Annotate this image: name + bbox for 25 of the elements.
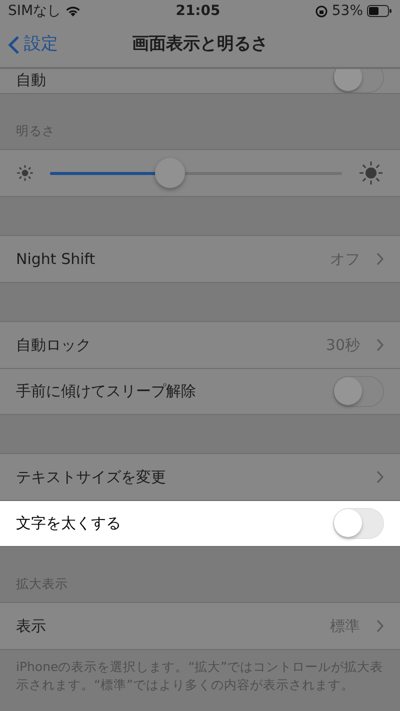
toggle-switch[interactable] xyxy=(333,69,384,93)
chevron-icon xyxy=(376,470,384,484)
back-chevron-icon xyxy=(8,34,20,54)
orientation-lock-icon xyxy=(314,4,328,18)
back-button[interactable]: 設定 xyxy=(0,32,58,58)
setting-label: 手前に傾けてスリープ解除 xyxy=(16,381,197,402)
carrier-name: SIMなし xyxy=(8,2,62,20)
setting-label: Night Shift xyxy=(16,248,96,270)
setting-label: 自動 xyxy=(16,70,47,90)
slider-thumb[interactable] xyxy=(154,158,185,188)
screen-title: 画面表示と明るさ xyxy=(132,32,268,56)
wifi-icon xyxy=(65,5,82,17)
battery-icon xyxy=(367,5,392,17)
chevron-icon xyxy=(376,338,384,352)
setting-label: テキストサイズを変更 xyxy=(16,466,167,488)
dim-brightness-icon xyxy=(16,164,34,182)
setting-label: 自動ロック xyxy=(16,334,92,356)
chevron-icon xyxy=(376,252,384,266)
setting-label: 文字を太くする xyxy=(16,513,122,534)
chevron-icon xyxy=(376,619,384,633)
status-time: 21:05 xyxy=(176,2,220,20)
bright-brightness-icon xyxy=(358,160,384,186)
battery-percent: 53% xyxy=(332,2,363,20)
toggle-switch[interactable] xyxy=(333,376,384,407)
setting-label: 表示 xyxy=(16,616,47,637)
